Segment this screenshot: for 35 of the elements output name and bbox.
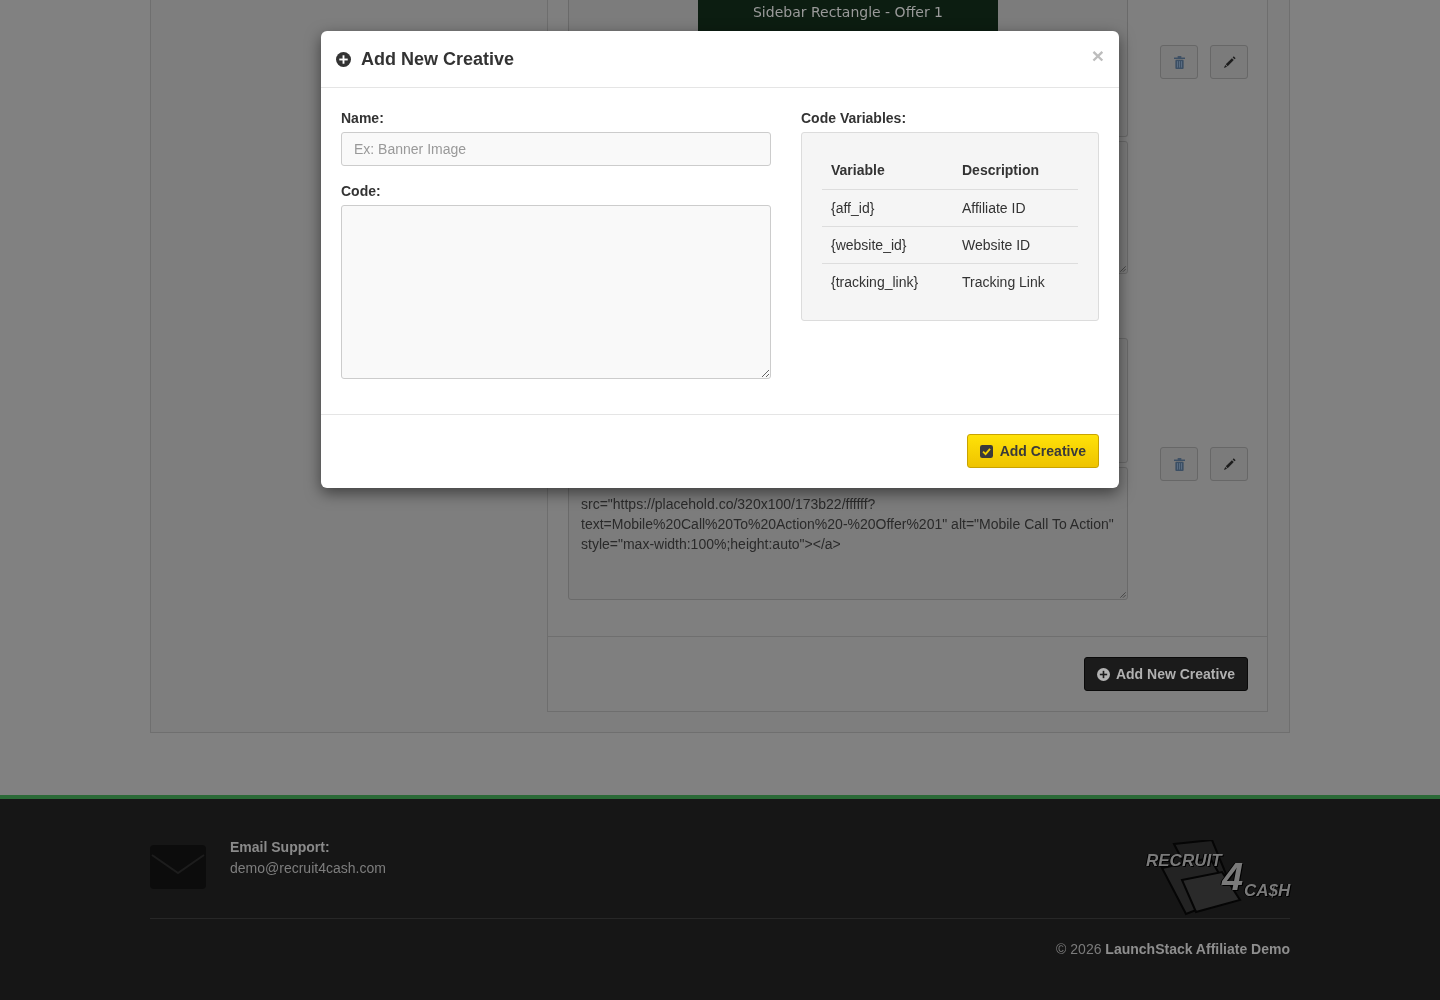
table-header: Variable <box>822 152 953 189</box>
table-cell: {aff_id} <box>822 189 953 226</box>
logo-text: 4 <box>1222 858 1244 896</box>
delete-button[interactable] <box>1160 447 1198 481</box>
field-label: Code: <box>341 182 382 201</box>
table-header: Description <box>953 152 1078 189</box>
field-label: Code Variables: <box>801 109 908 128</box>
dialog-title: Add New Creative <box>361 48 515 71</box>
pencil-icon <box>1222 55 1236 69</box>
edit-button[interactable] <box>1210 45 1248 79</box>
logo-text: RECRUIT <box>1146 852 1222 869</box>
field-label: Name: <box>341 109 385 128</box>
table-cell: {tracking_link} <box>822 263 953 300</box>
edit-button[interactable] <box>1210 447 1248 481</box>
email-link[interactable]: demo@recruit4cash.com <box>230 861 386 876</box>
copyright-text: © 2026 LaunchStack Affiliate Demo <box>1056 941 1290 957</box>
table-cell: Website ID <box>953 226 1078 263</box>
resize-grip-icon[interactable] <box>1120 266 1126 272</box>
add-creative-button[interactable]: Add Creative <box>966 434 1099 468</box>
table-cell: Tracking Link <box>953 263 1078 300</box>
trash-icon <box>1173 457 1185 471</box>
logo-text: CA$H <box>1244 882 1291 899</box>
table-cell: Affiliate ID <box>953 189 1078 226</box>
pencil-icon <box>1222 457 1236 471</box>
delete-button[interactable] <box>1160 45 1198 79</box>
banner-text: Sidebar Rectangle - Offer 1 <box>752 3 943 21</box>
trash-icon <box>1173 55 1185 69</box>
plus-circle-icon <box>336 51 351 67</box>
add-new-creative-button[interactable]: Add New Creative <box>1083 657 1248 691</box>
check-square-icon <box>979 444 993 458</box>
name-input[interactable]: Ex: Banner Image <box>341 132 771 166</box>
resize-grip-icon[interactable] <box>1120 592 1126 598</box>
plus-circle-icon <box>1096 667 1110 681</box>
email-support-label: Email Support: <box>230 840 331 855</box>
table-cell: {website_id} <box>822 226 953 263</box>
